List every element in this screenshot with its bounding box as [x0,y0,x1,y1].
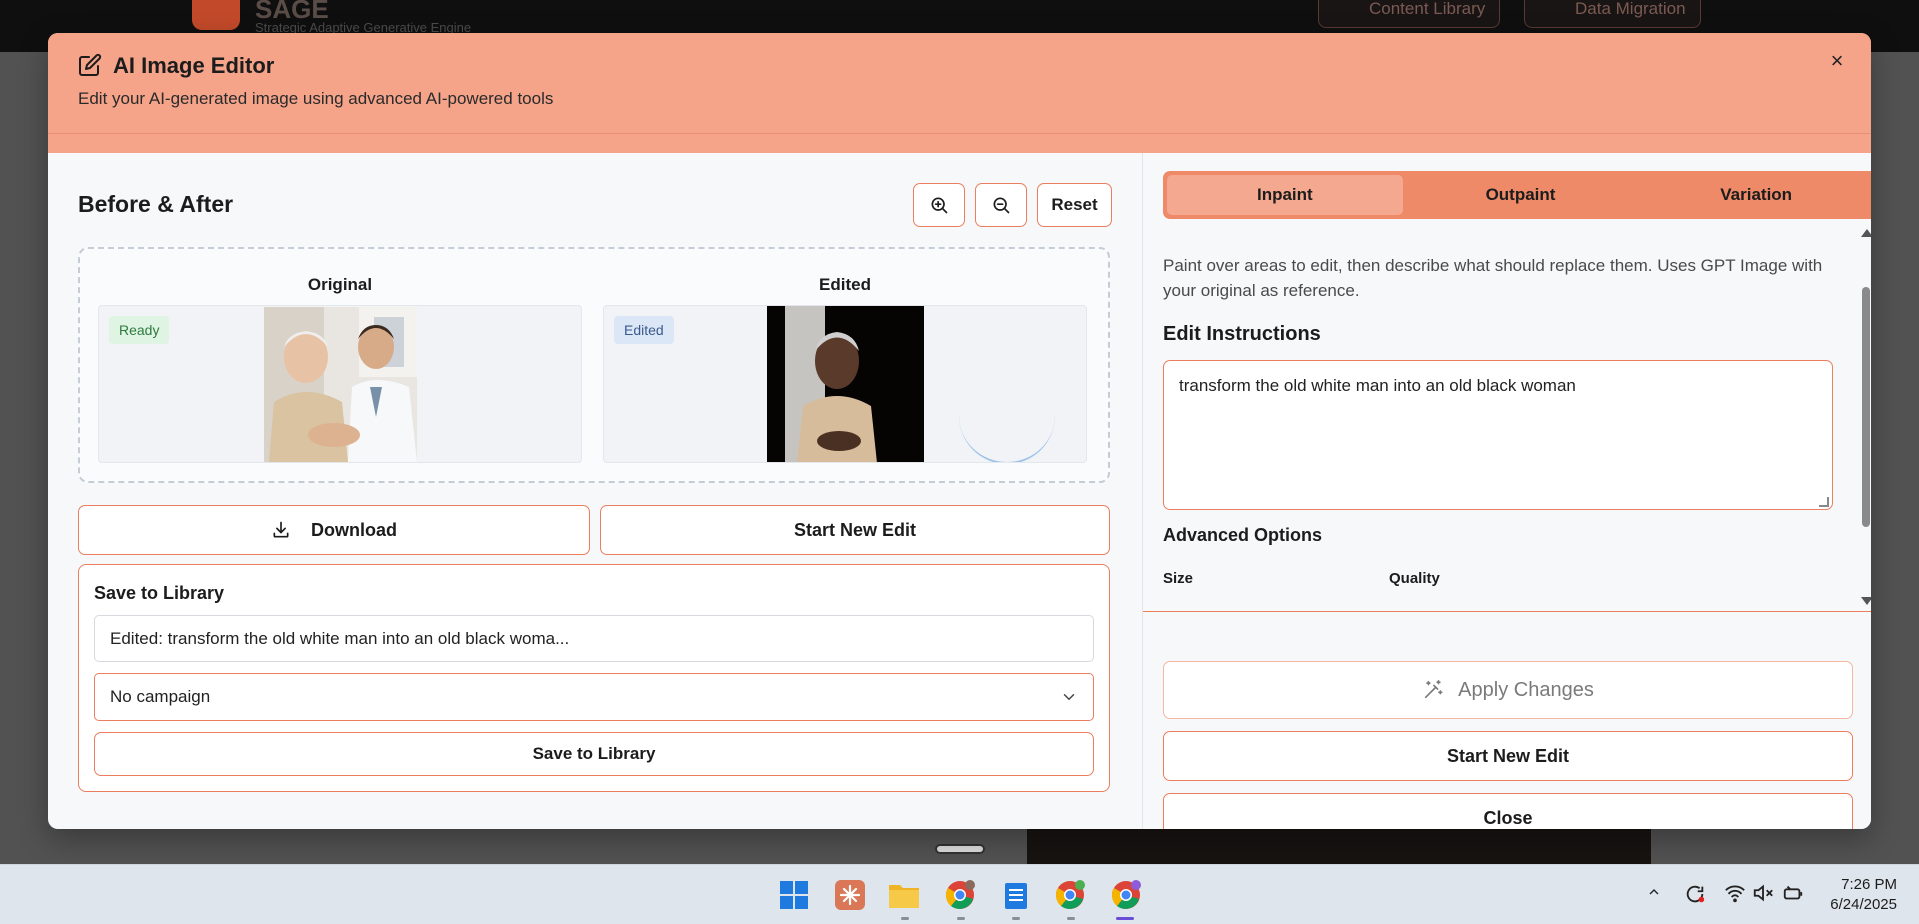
close-button[interactable]: Close [1163,793,1853,829]
background-image [1027,826,1651,866]
size-label: Size [1163,570,1194,587]
apply-changes-button[interactable]: Apply Changes [1163,661,1853,719]
compare-container: Original Edited Ready Edited [78,247,1110,483]
editor-scrollbar[interactable] [1860,229,1871,605]
battery-icon[interactable] [1782,883,1804,909]
zoom-out-icon [993,197,1010,214]
edited-badge: Edited [614,316,674,344]
scrollbar-thumb[interactable] [1862,287,1870,527]
clock-time: 7:26 PM [1841,876,1897,893]
inpaint-description: Paint over areas to edit, then describe … [1163,256,1823,300]
edit-instructions-textarea[interactable]: transform the old white man into an old … [1163,360,1833,510]
content-library-label: Content Library [1369,0,1486,18]
chevron-down-icon [1063,694,1075,701]
tab-outpaint[interactable]: Outpaint [1403,175,1639,215]
notepad-running-indicator [1012,917,1020,920]
scroll-down-arrow-icon[interactable] [1861,597,1871,605]
sync-icon[interactable] [1684,883,1706,911]
app-logo [192,0,240,30]
editor-panel: Inpaint Outpaint Variation Paint over ar… [1142,153,1871,829]
windows-start-icon[interactable] [778,879,810,911]
header-divider-strip [48,133,1871,153]
system-clock[interactable]: 7:26 PM 6/24/2025 [1830,875,1897,915]
wifi-icon[interactable] [1724,883,1746,909]
background-scroll-thumb[interactable] [935,844,985,854]
tab-variation[interactable]: Variation [1638,175,1871,215]
edited-image-frame: Edited [603,305,1087,463]
start-new-edit-button-left[interactable]: Start New Edit [600,505,1110,555]
chevron-up-icon[interactable] [1646,883,1662,906]
edited-image [767,306,924,462]
ai-image-editor-modal: AI Image Editor Edit your AI-generated i… [48,33,1871,829]
modal-header: AI Image Editor Edit your AI-generated i… [48,33,1871,133]
chrome-profile-3-icon[interactable] [1110,879,1142,911]
original-image-frame: Ready [98,305,582,463]
windows-taskbar: 7:26 PM 6/24/2025 [0,864,1919,924]
textarea-resize-handle[interactable] [1819,497,1829,507]
explorer-running-indicator [901,917,909,920]
speaker-muted-icon[interactable] [1752,883,1774,909]
apply-changes-label: Apply Changes [1458,678,1594,701]
chrome-2-running-indicator [1067,917,1075,920]
active-app-indicator [1116,917,1134,920]
zoom-in-button[interactable] [913,183,965,227]
save-to-library-button[interactable]: Save to Library [94,732,1094,776]
download-label: Download [311,519,397,540]
chrome-1-running-indicator [957,917,965,920]
data-migration-button[interactable]: Data Migration [1524,0,1701,28]
save-to-library-title: Save to Library [94,583,225,603]
edited-label: Edited [819,275,871,294]
preview-panel: Before & After Reset Original Edited Rea… [48,153,1142,829]
loading-spinner [959,414,1055,462]
chrome-profile-1-icon[interactable] [944,879,976,911]
close-icon[interactable]: × [1823,47,1851,75]
data-migration-label: Data Migration [1575,0,1686,18]
file-explorer-icon[interactable] [888,879,920,911]
save-to-library-panel: Save to Library No campaign Save to Libr… [78,564,1110,792]
editor-divider [1143,611,1871,612]
claude-app-icon[interactable] [834,879,866,911]
edit-mode-tabs: Inpaint Outpaint Variation [1163,171,1871,219]
edit-icon [79,53,102,76]
magic-wand-icon [1425,680,1443,699]
campaign-select[interactable]: No campaign [94,673,1094,721]
edit-instructions-title: Edit Instructions [1163,323,1321,345]
editor-scroll-area: Paint over areas to edit, then describe … [1143,229,1871,611]
chrome-profile-2-icon[interactable] [1054,879,1086,911]
advanced-options-title: Advanced Options [1163,525,1323,545]
clock-date: 6/24/2025 [1830,896,1897,913]
zoom-out-button[interactable] [975,183,1027,227]
download-icon [273,521,289,538]
modal-subtitle: Edit your AI-generated image using advan… [78,89,554,108]
reset-button[interactable]: Reset [1037,183,1112,227]
original-label: Original [307,275,373,294]
zoom-in-icon [931,197,948,214]
notepad-icon[interactable] [1000,879,1032,911]
original-image [264,307,417,462]
quality-label: Quality [1389,570,1440,587]
content-library-button[interactable]: Content Library [1318,0,1501,28]
scroll-up-arrow-icon[interactable] [1861,229,1871,237]
modal-title: AI Image Editor [113,53,275,78]
tab-inpaint[interactable]: Inpaint [1167,175,1403,215]
download-button[interactable]: Download [78,505,590,555]
start-new-edit-button-right[interactable]: Start New Edit [1163,731,1853,781]
campaign-select-value: No campaign [110,687,211,706]
before-after-title: Before & After [78,191,234,217]
ready-badge: Ready [109,316,170,344]
library-name-input[interactable] [94,615,1094,662]
